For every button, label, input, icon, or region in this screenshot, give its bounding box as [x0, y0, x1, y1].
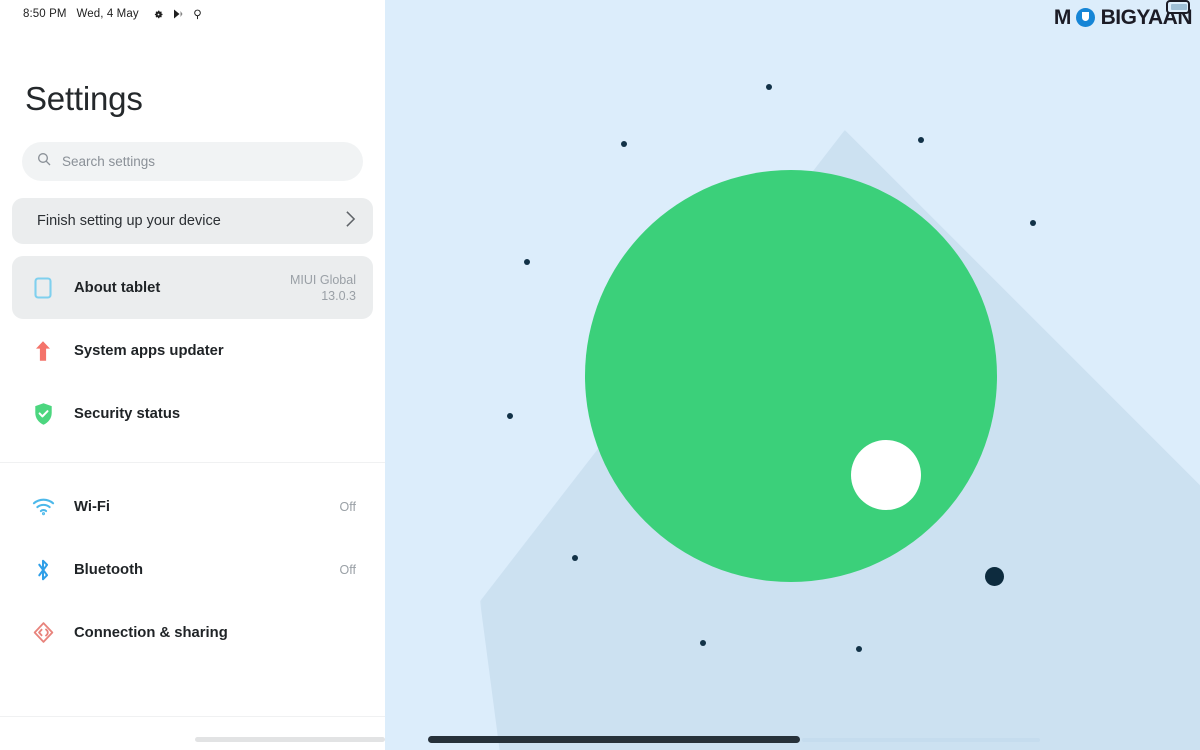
about-tablet-value: MIUI Global 13.0.3 — [290, 272, 356, 303]
status-icons — [152, 8, 204, 21]
wallpaper-speck — [621, 141, 627, 147]
wifi-label: Wi-Fi — [74, 498, 111, 515]
tablet-screen: M BIGYAAN 8:50 PM Wed, 4 May Settings Se… — [0, 0, 1200, 750]
bluetooth-label: Bluetooth — [74, 561, 144, 578]
wallpaper-speck — [524, 259, 530, 265]
location-pin-icon — [191, 8, 204, 21]
wallpaper — [385, 0, 1200, 750]
settings-group-network: Wi-Fi Off Bluetooth Off Connection & sha… — [0, 475, 385, 664]
status-time: 8:50 PM — [23, 8, 67, 20]
status-date: Wed, 4 May — [76, 8, 139, 20]
watermark-m: M — [1053, 5, 1072, 29]
mobigyaan-watermark: M BIGYAAN — [1053, 0, 1193, 30]
section-divider — [0, 462, 385, 463]
wallpaper-speck — [766, 84, 772, 90]
security-status-label: Security status — [74, 405, 181, 422]
system-apps-updater-label: System apps updater — [74, 342, 224, 359]
wallpaper-speck — [507, 413, 513, 419]
gear-icon — [152, 8, 165, 21]
page-title: Settings — [25, 80, 143, 117]
bluetooth-value: Off — [339, 562, 356, 577]
search-bar[interactable] — [22, 142, 363, 181]
status-bar: 8:50 PM Wed, 4 May — [0, 0, 385, 28]
finish-setup-card[interactable]: Finish setting up your device — [12, 198, 373, 244]
gesture-bar-handle[interactable] — [428, 736, 800, 743]
sidebar-item-wifi[interactable]: Wi-Fi Off — [12, 475, 373, 538]
wallpaper-speck — [1030, 220, 1036, 226]
connection-sharing-icon — [24, 621, 62, 644]
sidebar-item-bluetooth[interactable]: Bluetooth Off — [12, 538, 373, 601]
up-arrow-icon — [24, 340, 62, 362]
tablet-device-icon — [1166, 0, 1190, 14]
settings-sidebar: 8:50 PM Wed, 4 May Settings Search setti… — [0, 0, 385, 750]
gesture-bar-tail[interactable] — [802, 738, 1040, 742]
wallpaper-green-circle — [585, 170, 997, 582]
shield-check-icon — [24, 402, 62, 426]
wallpaper-white-circle — [851, 440, 921, 510]
about-tablet-label: About tablet — [74, 279, 161, 296]
gesture-bar-left[interactable] — [195, 737, 385, 742]
wallpaper-speck — [918, 137, 924, 143]
chevron-right-icon — [345, 210, 356, 232]
watermark-o-icon — [1076, 7, 1096, 27]
sidebar-item-about-tablet[interactable]: About tablet MIUI Global 13.0.3 — [12, 256, 373, 319]
sidebar-item-system-apps-updater[interactable]: System apps updater — [12, 319, 373, 382]
wallpaper-navy-circle — [985, 567, 1004, 586]
settings-group-device: About tablet MIUI Global 13.0.3 System a… — [0, 256, 385, 445]
wifi-value: Off — [339, 499, 356, 514]
search-icon — [36, 151, 52, 172]
wallpaper-speck — [856, 646, 862, 652]
bottom-divider — [0, 716, 385, 717]
play-triangle-icon — [172, 8, 184, 20]
watermark-text: M BIGYAAN — [1053, 0, 1193, 29]
wallpaper-speck — [700, 640, 706, 646]
search-input[interactable] — [62, 154, 363, 169]
finish-setup-label: Finish setting up your device — [37, 213, 221, 229]
sidebar-item-security-status[interactable]: Security status — [12, 382, 373, 445]
connection-sharing-label: Connection & sharing — [74, 624, 228, 641]
sidebar-item-connection-sharing[interactable]: Connection & sharing — [12, 601, 373, 664]
bluetooth-icon — [24, 558, 62, 582]
wifi-icon — [24, 497, 62, 516]
wallpaper-speck — [572, 555, 578, 561]
tablet-icon — [24, 276, 62, 300]
